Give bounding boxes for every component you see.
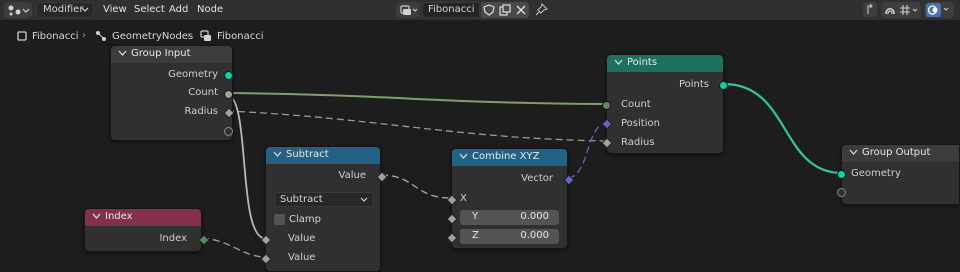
- socket-label-geometry: Geometry: [168, 69, 218, 80]
- node-header[interactable]: Points: [607, 55, 723, 72]
- field-label-z: Z: [472, 230, 479, 241]
- socket-label-value-a: Value: [288, 233, 316, 244]
- link-vector-to-position: [567, 121, 607, 179]
- field-value-y: 0.000: [520, 211, 549, 222]
- node-points[interactable]: Points Points Count Position Radius: [601, 54, 728, 154]
- socket-label-radius: Radius: [184, 106, 218, 117]
- y-value-field[interactable]: Y 0.000: [460, 210, 559, 225]
- node-combine-xyz[interactable]: Combine XYZ Vector X Y 0.000 Z 0.000: [446, 148, 575, 249]
- chevron-down-icon[interactable]: [118, 49, 127, 58]
- socket-label-value-output: Value: [338, 170, 366, 181]
- node-subtract[interactable]: Subtract Value Subtract Clamp Value Valu…: [260, 146, 388, 272]
- chevron-down-icon[interactable]: [273, 150, 282, 159]
- node-header[interactable]: Group Output: [842, 145, 959, 162]
- node-title: Group Input: [131, 48, 191, 59]
- input-socket-empty[interactable]: [837, 188, 846, 197]
- link-subtract-to-combine: [380, 174, 451, 199]
- socket-label-points: Points: [678, 79, 709, 90]
- node-title: Points: [627, 57, 658, 68]
- output-socket-geometry[interactable]: [224, 71, 233, 80]
- output-socket-points[interactable]: [719, 81, 728, 90]
- input-socket-count[interactable]: [602, 101, 611, 110]
- clamp-label: Clamp: [289, 214, 321, 225]
- link-count-to-points: [226, 92, 607, 105]
- clamp-checkbox[interactable]: [274, 214, 285, 225]
- field-value-z: 0.000: [520, 230, 549, 241]
- field-label-y: Y: [472, 211, 479, 222]
- socket-label-radius: Radius: [621, 137, 655, 148]
- socket-label-index: Index: [159, 233, 187, 244]
- z-value-field[interactable]: Z 0.000: [460, 229, 559, 244]
- node-header[interactable]: Group Input: [111, 46, 232, 63]
- output-socket-empty[interactable]: [224, 127, 233, 136]
- socket-label-x: X: [460, 193, 467, 204]
- link-index-to-subtract: [201, 237, 264, 258]
- input-socket-geometry[interactable]: [837, 170, 846, 179]
- output-socket-count[interactable]: [224, 90, 233, 99]
- link-radius-to-points: [226, 110, 607, 142]
- link-points-to-output: [723, 82, 842, 175]
- chevron-down-icon[interactable]: [614, 58, 623, 67]
- link-count-to-subtract: [227, 94, 264, 239]
- node-group-output[interactable]: Group Output Geometry: [837, 144, 960, 205]
- socket-label-value-b: Value: [288, 252, 316, 263]
- chevron-down-icon[interactable]: [459, 152, 468, 161]
- socket-label-count: Count: [621, 99, 651, 110]
- socket-label-count: Count: [188, 87, 218, 98]
- node-title: Index: [105, 211, 133, 222]
- socket-label-vector: Vector: [521, 173, 553, 184]
- node-index[interactable]: Index Index: [84, 208, 210, 252]
- operation-dropdown[interactable]: Subtract: [274, 192, 374, 207]
- chevron-down-icon[interactable]: [92, 212, 101, 221]
- node-header[interactable]: Index: [85, 209, 201, 226]
- node-title: Subtract: [286, 149, 329, 160]
- socket-label-position: Position: [621, 118, 660, 129]
- socket-label-geometry: Geometry: [851, 168, 901, 179]
- output-socket-radius[interactable]: [223, 107, 235, 119]
- node-header[interactable]: Combine XYZ: [452, 149, 567, 166]
- chevron-down-icon[interactable]: [849, 148, 858, 157]
- operation-label: Subtract: [280, 194, 323, 205]
- node-group-input[interactable]: Group Input Geometry Count Radius: [110, 45, 235, 141]
- chevron-down-icon: [360, 197, 368, 202]
- node-header[interactable]: Subtract: [266, 147, 380, 164]
- node-title: Combine XYZ: [472, 151, 540, 162]
- node-title: Group Output: [862, 147, 931, 158]
